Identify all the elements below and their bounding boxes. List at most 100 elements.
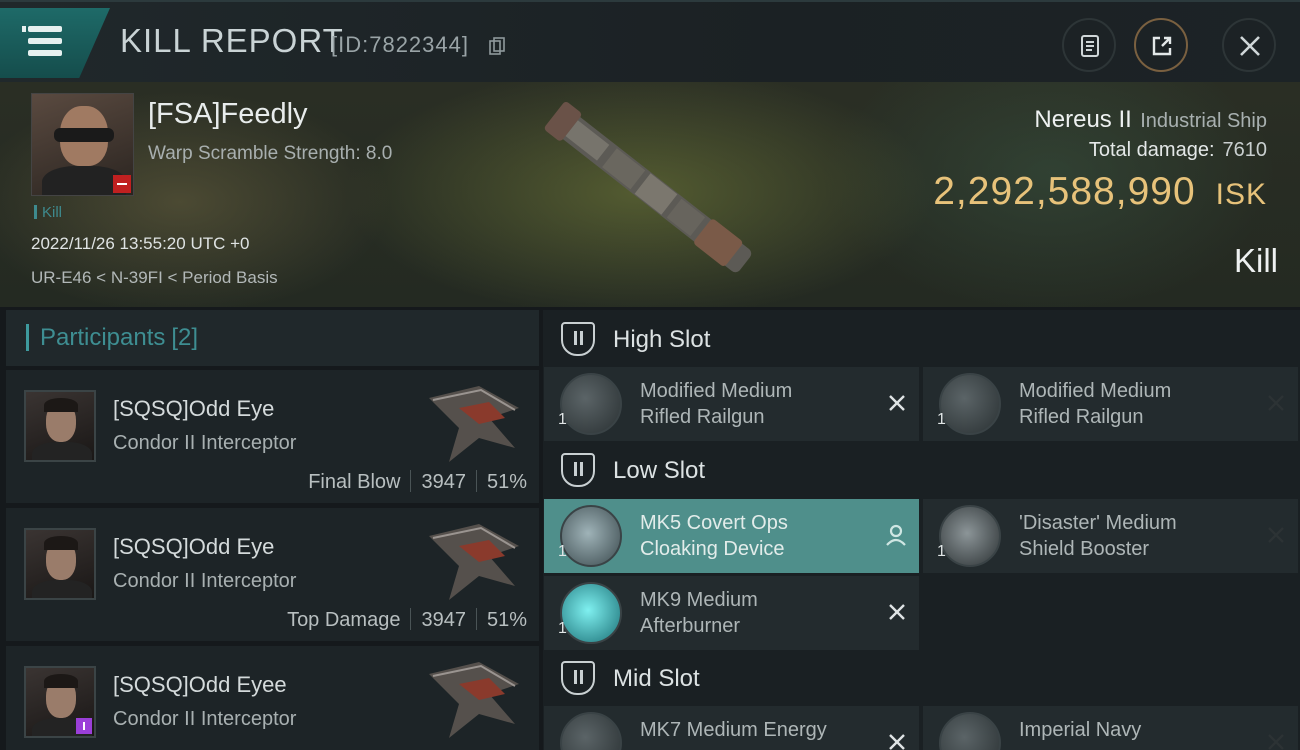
close-icon [1240, 36, 1260, 56]
participant-name: [SQSQ]Odd Eye [113, 534, 275, 559]
module-image [560, 373, 622, 435]
total-damage: Total damage: 7610 [1089, 139, 1267, 162]
share-button[interactable] [1134, 18, 1188, 72]
participant-avatar[interactable] [24, 528, 96, 600]
remove-icon[interactable] [1266, 393, 1286, 413]
fitting-item[interactable]: 1 Imperial Navy [923, 706, 1298, 750]
clipboard-icon [1081, 35, 1099, 57]
module-image [560, 712, 622, 750]
low-slot-header: Low Slot [543, 443, 1300, 499]
participant-stats: Final Blow 3947 51% [308, 470, 527, 494]
warp-scramble-strength: Warp Scramble Strength: 8.0 [148, 143, 393, 164]
module-image [560, 505, 622, 567]
item-name: Modified Medium Rifled Railgun [1019, 380, 1172, 428]
fitting-item[interactable]: 1 MK9 Medium Afterburner [544, 576, 919, 650]
item-name: Modified Medium Rifled Railgun [640, 380, 793, 428]
slot-icon [561, 661, 595, 695]
fitting-item[interactable]: 1 'Disaster' Medium Shield Booster [923, 499, 1298, 573]
remove-icon[interactable] [887, 393, 907, 413]
participant-damage: 3947 [421, 471, 466, 493]
participant-ship: Condor II Interceptor [113, 570, 297, 592]
isk-amount: 2,292,588,990 [933, 170, 1196, 213]
slot-icon [561, 322, 595, 356]
slot-label: Low Slot [613, 457, 706, 484]
module-image [939, 505, 1001, 567]
high-slot-header: High Slot [543, 312, 1300, 368]
participants-panel: Participants [2] [SQSQ]Odd Eye Condor II … [6, 310, 539, 750]
module-image [939, 712, 1001, 750]
participant-role: Final Blow [308, 471, 401, 493]
fitting-item[interactable]: 1 Modified Medium Rifled Railgun [923, 367, 1298, 441]
module-image [939, 373, 1001, 435]
participants-header: Participants [2] [6, 310, 539, 366]
item-quantity: 1 [558, 543, 567, 560]
kill-type-tag: Kill [34, 204, 62, 221]
participant-role: Top Damage [287, 609, 401, 631]
victim-summary: [FSA]Feedly Warp Scramble Strength: 8.0 … [0, 82, 1300, 307]
participant-percent: 51% [486, 609, 527, 631]
participant-ship-image [429, 524, 519, 600]
participant-name: [SQSQ]Odd Eye [113, 396, 275, 421]
slot-label: Mid Slot [613, 665, 700, 692]
menu-button[interactable] [0, 8, 110, 78]
victim-name[interactable]: [FSA]Feedly [148, 98, 308, 131]
remove-icon[interactable] [887, 732, 907, 750]
participant-name: [SQSQ]Odd Eyee [113, 672, 287, 697]
participant-percent: 51% [486, 471, 527, 493]
item-name: MK5 Covert Ops Cloaking Device [640, 512, 788, 560]
share-icon [1152, 36, 1172, 56]
notes-button[interactable] [1062, 18, 1116, 72]
participants-label: Participants [40, 324, 166, 351]
participant-ship-image [429, 662, 519, 738]
report-id: [ID:7822344] [331, 32, 469, 57]
result-label: Kill [1233, 242, 1278, 279]
item-quantity: 1 [558, 620, 567, 637]
remove-icon[interactable] [1266, 525, 1286, 545]
participant-stats: Top Damage 3947 51% [287, 608, 527, 632]
remove-icon[interactable] [887, 602, 907, 622]
victim-ship-line: Nereus II Industrial Ship [1034, 106, 1267, 134]
victim-ship-class: Industrial Ship [1140, 110, 1267, 132]
item-name: MK9 Medium Afterburner [640, 589, 758, 637]
slot-label: High Slot [613, 326, 711, 353]
participant-avatar[interactable] [24, 390, 96, 462]
menu-icon [22, 26, 26, 32]
total-damage-label: Total damage: [1088, 139, 1215, 161]
kill-location: UR-E46 < N-39FI < Period Basis [31, 268, 278, 287]
info-badge-icon [76, 718, 92, 734]
participant-avatar[interactable] [24, 666, 96, 738]
mid-slot-header: Mid Slot [543, 651, 1300, 707]
participant-row[interactable]: [SQSQ]Odd Eyee Condor II Interceptor [6, 646, 539, 750]
victim-avatar[interactable] [31, 93, 134, 196]
fittings-panel: High Slot 1 Modified Medium Rifled Railgu… [543, 310, 1300, 750]
victim-ship-name[interactable]: Nereus II [1034, 106, 1131, 133]
copy-icon[interactable] [489, 37, 505, 56]
item-name: 'Disaster' Medium Shield Booster [1019, 512, 1177, 560]
loss-badge-icon [113, 175, 131, 193]
participant-ship: Condor II Interceptor [113, 708, 297, 730]
remove-icon[interactable] [1266, 732, 1286, 750]
close-button[interactable] [1222, 18, 1276, 72]
victim-ship-image [544, 102, 752, 273]
participants-count: [2] [171, 324, 199, 351]
isk-value: 2,292,588,990 ISK [933, 170, 1267, 214]
module-image [560, 582, 622, 644]
participant-ship: Condor II Interceptor [113, 432, 297, 454]
fitting-item[interactable]: 1 Modified Medium Rifled Railgun [544, 367, 919, 441]
fitting-item[interactable]: 1 MK7 Medium Energy [544, 706, 919, 750]
pilot-icon[interactable] [885, 523, 907, 547]
participant-ship-image [429, 386, 519, 462]
header-bar: KILL REPORT [ID:7822344] [0, 0, 1300, 82]
slot-icon [561, 453, 595, 487]
kill-datetime: 2022/11/26 13:55:20 UTC +0 [31, 234, 250, 253]
item-quantity: 1 [558, 411, 567, 428]
isk-unit: ISK [1215, 178, 1267, 211]
participant-damage: 3947 [421, 609, 466, 631]
total-damage-value: 7610 [1222, 139, 1268, 161]
item-name: Imperial Navy [1019, 719, 1142, 741]
participant-row[interactable]: [SQSQ]Odd Eye Condor II Interceptor Fina… [6, 370, 539, 503]
participant-row[interactable]: [SQSQ]Odd Eye Condor II Interceptor Top … [6, 508, 539, 641]
item-quantity: 1 [937, 543, 946, 560]
fitting-item[interactable]: 1 MK5 Covert Ops Cloaking Device [544, 499, 919, 573]
item-name: MK7 Medium Energy [640, 719, 827, 741]
